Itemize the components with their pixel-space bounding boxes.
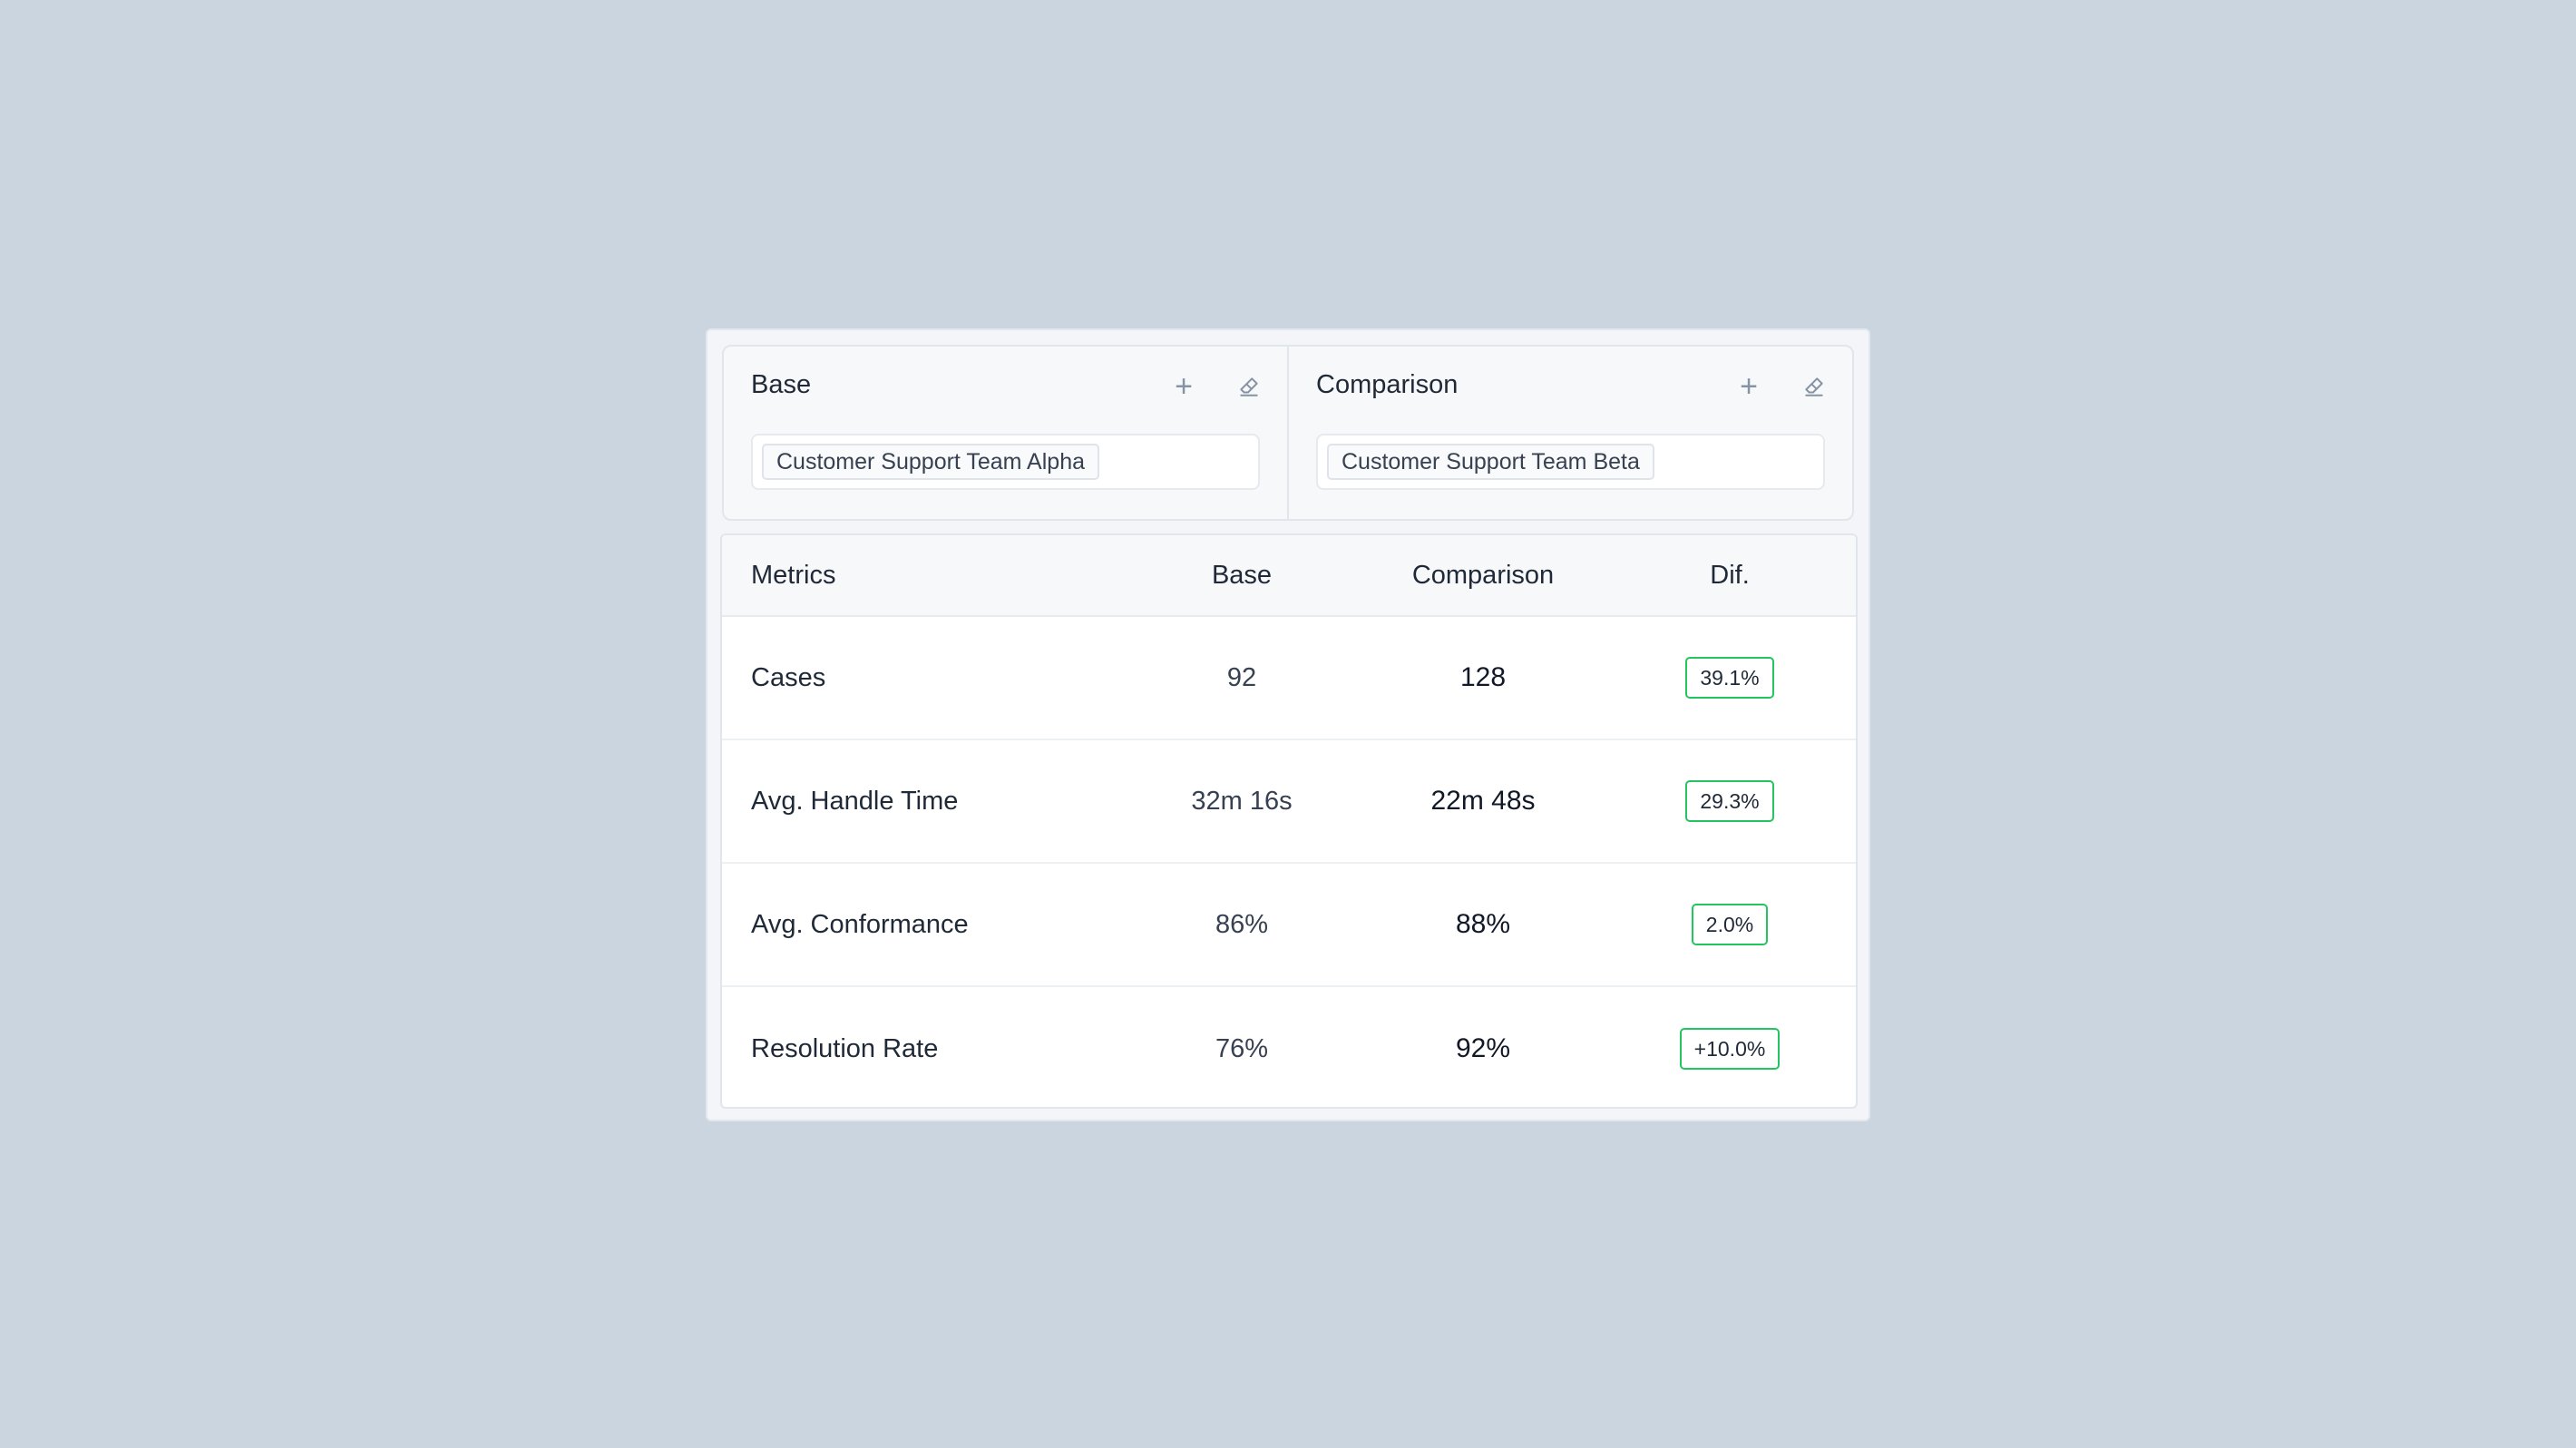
eraser-icon[interactable] bbox=[1798, 370, 1830, 403]
base-value: 76% bbox=[1215, 1033, 1269, 1063]
eraser-icon[interactable] bbox=[1233, 370, 1265, 403]
comparison-panel: Comparison + Customer Support Team Beta bbox=[1287, 347, 1852, 519]
table-row: Cases 92 128 39.1% bbox=[722, 617, 1856, 740]
table-row: Resolution Rate 76% 92% +10.0% bbox=[722, 987, 1856, 1107]
metric-name: Avg. Handle Time bbox=[751, 786, 959, 816]
header-base[interactable]: Base bbox=[1121, 561, 1362, 591]
base-value: 32m 16s bbox=[1191, 786, 1293, 816]
base-value: 86% bbox=[1215, 909, 1269, 939]
plus-icon[interactable]: + bbox=[1732, 370, 1765, 403]
comparison-value: 128 bbox=[1459, 662, 1507, 692]
metric-name: Cases bbox=[751, 662, 826, 692]
comparison-select[interactable]: Customer Support Team Beta bbox=[1316, 434, 1825, 490]
comparison-value: 88% bbox=[1455, 909, 1511, 939]
plus-icon[interactable]: + bbox=[1167, 370, 1200, 403]
header-metrics[interactable]: Metrics bbox=[722, 561, 1121, 591]
dif-cell: 39.1% bbox=[1604, 657, 1856, 699]
dif-cell: +10.0% bbox=[1604, 1028, 1856, 1070]
dif-cell: 29.3% bbox=[1604, 780, 1856, 822]
comparison-value: 22m 48s bbox=[1430, 786, 1536, 816]
base-panel-title: Base bbox=[751, 370, 812, 399]
metric-name: Resolution Rate bbox=[751, 1033, 939, 1063]
dif-badge: +10.0% bbox=[1679, 1028, 1781, 1070]
table-row: Avg. Handle Time 32m 16s 22m 48s 29.3% bbox=[722, 740, 1856, 864]
metric-name: Avg. Conformance bbox=[751, 909, 969, 939]
dif-cell: 2.0% bbox=[1604, 904, 1856, 945]
table-header: Metrics Base Comparison Dif. bbox=[722, 535, 1856, 617]
dif-badge: 29.3% bbox=[1685, 780, 1774, 822]
group-selectors: Base + Customer Support Team Alpha Compa… bbox=[722, 345, 1854, 521]
comparison-panel-title: Comparison bbox=[1316, 370, 1459, 399]
base-select[interactable]: Customer Support Team Alpha bbox=[751, 434, 1260, 490]
comparison-value: 92% bbox=[1455, 1033, 1511, 1063]
comparison-selected-chip[interactable]: Customer Support Team Beta bbox=[1327, 444, 1654, 480]
base-selected-chip[interactable]: Customer Support Team Alpha bbox=[762, 444, 1100, 480]
base-panel: Base + Customer Support Team Alpha bbox=[724, 347, 1287, 519]
header-dif[interactable]: Dif. bbox=[1604, 561, 1856, 591]
base-value: 92 bbox=[1226, 662, 1257, 692]
metrics-table: Metrics Base Comparison Dif. Cases 92 12… bbox=[720, 533, 1858, 1109]
header-comparison[interactable]: Comparison bbox=[1362, 561, 1604, 591]
dif-badge: 2.0% bbox=[1691, 904, 1769, 945]
table-row: Avg. Conformance 86% 88% 2.0% bbox=[722, 864, 1856, 987]
dif-badge: 39.1% bbox=[1685, 657, 1774, 699]
comparison-card: Base + Customer Support Team Alpha Compa… bbox=[706, 328, 1870, 1121]
